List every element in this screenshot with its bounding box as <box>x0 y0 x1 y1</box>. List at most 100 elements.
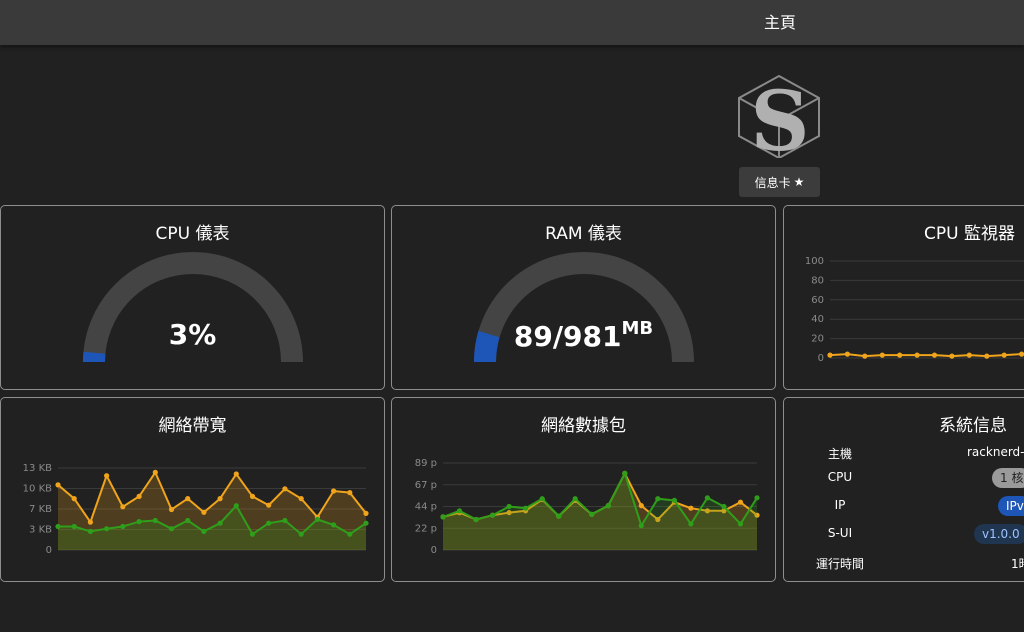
packets-chart: 0 22 p 44 p 67 p 89 p <box>415 458 760 556</box>
bandwidth-point <box>233 471 239 477</box>
bandwidth-point <box>71 523 77 530</box>
bandwidth-tick-label: 10 KB <box>23 484 52 495</box>
cpu-gauge-value: 3% <box>168 318 217 351</box>
packets-tick-label: 89 p <box>415 458 437 469</box>
packets-point <box>572 496 578 502</box>
cpu-monitor-point <box>949 353 955 359</box>
bandwidth-point <box>233 503 239 509</box>
bandwidth-point <box>136 493 142 499</box>
cpu-label: CPU <box>827 470 853 484</box>
ip-chip[interactable]: IPv <box>998 496 1024 516</box>
bandwidth-point <box>168 526 175 532</box>
packets-point <box>638 523 644 529</box>
ram-total: 981 <box>563 320 622 353</box>
packets-card: 網絡數據包 0 22 p 44 p 67 p 89 p <box>391 397 776 582</box>
bandwidth-point <box>87 528 93 534</box>
bandwidth-tick-label: 3 KB <box>29 525 52 536</box>
bandwidth-point <box>282 486 288 492</box>
bandwidth-point <box>71 496 77 502</box>
packets-point <box>490 512 496 518</box>
cpu-monitor-point <box>862 353 868 359</box>
packets-point <box>704 495 710 501</box>
bandwidth-point <box>120 504 126 510</box>
uptime-label: 運行時間 <box>815 557 864 571</box>
packets-point <box>556 513 562 519</box>
cpu-monitor-tick-label: 100 <box>805 256 824 267</box>
packets-tick-label: 22 p <box>415 523 437 534</box>
packets-point <box>589 511 595 517</box>
packets-point <box>721 503 727 510</box>
bandwidth-point <box>152 469 158 475</box>
bandwidth-point <box>104 473 110 479</box>
cpu-cores-chip: 1 核 <box>992 468 1024 488</box>
info-card-button-label: 信息卡 <box>754 175 791 190</box>
bandwidth-point <box>120 523 126 530</box>
system-info-card: 系統信息 主機 racknerd- CPU 1 核 IP IPv S-UI v1… <box>783 397 1024 582</box>
cpu-gauge-card: CPU 儀表 3% <box>0 205 385 390</box>
host-value: racknerd- <box>967 445 1024 459</box>
packets-point <box>688 521 694 527</box>
ram-used: 89 <box>513 320 553 353</box>
bandwidth-point <box>266 520 272 526</box>
cpu-monitor-tick-label: 80 <box>811 275 824 286</box>
bandwidth-point <box>249 531 256 537</box>
sui-label: S-UI <box>827 526 853 540</box>
bandwidth-point <box>331 522 337 528</box>
bandwidth-card: 網絡帶寬 03 KB 7 KB 10 KB 13 KB <box>0 397 385 582</box>
cpu-monitor-point <box>914 352 920 358</box>
info-card-button[interactable]: 信息卡 ★ <box>739 167 820 197</box>
cpu-monitor-point <box>966 352 972 358</box>
bandwidth-point <box>298 531 304 537</box>
cpu-monitor-point <box>931 352 938 358</box>
bandwidth-point <box>331 488 337 494</box>
packets-point <box>605 503 611 509</box>
system-info-title: 系統信息 <box>939 416 1007 436</box>
cpu-monitor-card: CPU 監視器 0 20 40 60 80 100 <box>783 205 1024 390</box>
bandwidth-point <box>104 526 110 532</box>
cpu-monitor-tick-label: 20 <box>811 334 824 345</box>
cpu-monitor-tick-label: 60 <box>811 295 824 306</box>
packets-point <box>539 496 545 502</box>
bandwidth-tick-label: 13 KB <box>23 463 52 474</box>
packets-point <box>688 505 694 511</box>
bandwidth-point <box>185 496 191 502</box>
cpu-monitor-chart: 0 20 40 60 80 100 <box>805 256 1024 364</box>
bandwidth-point <box>347 531 353 537</box>
packets-point <box>506 503 512 510</box>
packets-tick-label: 0 <box>431 545 437 556</box>
cpu-monitor-tick-label: 0 <box>818 353 824 364</box>
packets-point <box>655 496 661 502</box>
bandwidth-point <box>217 496 223 502</box>
ip-label: IP <box>834 498 846 512</box>
bandwidth-point <box>152 517 158 524</box>
cpu-monitor-tick-label: 40 <box>811 314 824 325</box>
packets-point <box>523 505 529 511</box>
bandwidth-point <box>217 520 223 526</box>
bandwidth-point <box>347 490 353 496</box>
bandwidth-point <box>266 502 272 508</box>
bandwidth-point <box>168 506 175 513</box>
uptime-value: 1時 <box>1011 557 1024 571</box>
logo-letter: S <box>750 74 809 158</box>
cpu-monitor-point <box>844 351 850 357</box>
ram-gauge-card: RAM 儀表 89/981MB <box>391 205 776 390</box>
cpu-monitor-point <box>1001 352 1007 358</box>
cpu-monitor-point <box>984 353 990 359</box>
bandwidth-point <box>249 493 256 499</box>
bandwidth-point <box>201 509 207 515</box>
cpu-monitor-point <box>1019 351 1024 357</box>
cpu-monitor-point <box>897 352 903 358</box>
bandwidth-point <box>201 528 207 534</box>
bandwidth-point <box>363 520 369 526</box>
bandwidth-point <box>298 496 304 502</box>
bandwidth-tick-label: 7 KB <box>29 504 52 515</box>
packets-point <box>754 495 760 501</box>
bandwidth-point <box>55 482 61 488</box>
sui-version-chip: v1.0.0 <box>974 524 1024 544</box>
bandwidth-point <box>363 510 369 516</box>
ram-gauge-value: 89/981MB <box>513 318 654 353</box>
bandwidth-point <box>136 519 142 525</box>
star-add-icon: ★ <box>793 175 805 189</box>
packets-point <box>456 508 463 514</box>
top-app-bar: 主頁 <box>0 0 1024 45</box>
